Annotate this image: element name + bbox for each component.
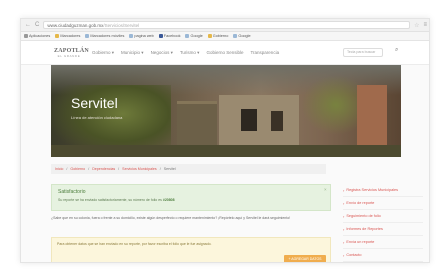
menu-item-turismo[interactable]: Turismo ▾ [180, 50, 200, 56]
bookmarks-bar: Aplicaciones Marcadores Marcadores móviles… [21, 32, 429, 41]
page-subtitle: Línea de atención ciudadana [71, 115, 123, 120]
menu-item-municipio[interactable]: Municipio ▾ [121, 50, 144, 56]
bookmark-item[interactable]: Google [185, 34, 203, 38]
main-menu: Gobierno ▾ Municipio ▾ Negocios ▾ Turism… [92, 50, 279, 56]
breadcrumb-inicio[interactable]: Inicio [55, 167, 63, 171]
bookmark-item[interactable]: Gobierno [207, 34, 229, 38]
site-logo[interactable]: ZAPOTLÁN EL GRANDE [54, 47, 89, 58]
breadcrumb: Inicio / Gobierno / Dependencias / Servi… [51, 164, 326, 174]
menu-item-transparencia[interactable]: Transparencia [250, 50, 279, 56]
bookmark-favicon-icon [158, 34, 163, 38]
sidebar-item[interactable]: › Registra Servicios Municipales [343, 184, 423, 197]
bookmark-star-icon[interactable]: ☆ [414, 22, 419, 29]
sidebar-item[interactable]: › Seguimiento de folio [343, 210, 423, 223]
page-title: Servitel [71, 95, 118, 111]
bookmark-favicon-icon [55, 34, 60, 38]
sidebar-item-label: Envía un reporte [346, 240, 375, 244]
sidebar-item-label: Contacto [346, 253, 362, 257]
intro-paragraph: ¿Sabe que en su colonia, fuera o frente … [51, 216, 291, 220]
breadcrumb-separator: / [88, 167, 90, 171]
sidebar-links: › Registra Servicios Municipales › Envío d… [343, 184, 423, 262]
alert-text: Su reporte se ha enviado satisfactoriame… [58, 198, 175, 202]
breadcrumb-dependencias[interactable]: Dependencias [92, 167, 115, 171]
menu-item-negocios[interactable]: Negocios ▾ [151, 50, 173, 56]
reload-icon[interactable]: C [35, 22, 39, 28]
menu-icon[interactable]: ≡ [423, 22, 427, 28]
breadcrumb-servicios[interactable]: Servicios Municipales [122, 167, 157, 171]
sidebar-item[interactable]: › Envía un reporte [343, 236, 423, 249]
bookmark-label: Facebook [163, 34, 181, 38]
sidebar-item[interactable]: › Informes de Reportes [343, 223, 423, 236]
sidebar-item-label: Registra Servicios Municipales [346, 188, 399, 192]
bookmark-label: Google [238, 34, 251, 38]
breadcrumb-gobierno[interactable]: Gobierno [70, 167, 85, 171]
bookmark-label: Gobierno [212, 34, 229, 38]
hero-banner: Servitel Línea de atención ciudadana [51, 65, 401, 157]
alert-message: Su reporte se ha enviado satisfactoriame… [58, 198, 163, 202]
chevron-right-icon: › [343, 200, 345, 206]
bookmark-favicon-icon [233, 34, 238, 38]
bookmark-item[interactable]: Aplicaciones [24, 34, 50, 38]
sidebar-item-label: Seguimiento de folio [346, 214, 381, 218]
bookmark-favicon-icon [129, 34, 134, 38]
close-icon[interactable]: × [324, 187, 327, 192]
warning-panel: Para obtener datos que se han enviado en… [51, 237, 331, 262]
url-host: www.ciudadguzman.gob.mx [47, 23, 104, 28]
back-icon[interactable]: ← [25, 22, 31, 28]
folio-number: #20808 [162, 198, 175, 202]
bookmark-item[interactable]: pagina web [129, 34, 154, 38]
bookmark-favicon-icon [207, 34, 212, 38]
sidebar-item-label: Envío de reporte [346, 201, 375, 205]
add-data-button[interactable]: + AGREGAR DATOS [284, 255, 326, 262]
logo-main-text: ZAPOTLÁN [54, 47, 89, 54]
alert-title: Satisfactorio [58, 189, 86, 195]
bookmark-item[interactable]: Google [233, 34, 251, 38]
bookmark-item[interactable]: Facebook [158, 34, 181, 38]
success-alert: Satisfactorio Su reporte se ha enviado s… [51, 184, 331, 211]
menu-item-gobierno-sensible[interactable]: Gobierno Sensible [206, 50, 243, 56]
browser-window: ← C www.ciudadguzman.gob.mx/Servicios/Se… [20, 18, 430, 263]
bookmark-favicon-icon [24, 34, 28, 38]
breadcrumb-current: Servitel [163, 167, 176, 171]
sidebar-item-label: Informes de Reportes [346, 227, 383, 231]
chevron-right-icon: › [343, 239, 345, 245]
site-header: ZAPOTLÁN EL GRANDE Gobierno ▾ Municipio … [21, 41, 429, 65]
browser-toolbar: ← C www.ciudadguzman.gob.mx/Servicios/Se… [21, 19, 429, 32]
breadcrumb-separator: / [66, 167, 68, 171]
bookmark-favicon-icon [85, 34, 90, 38]
bookmark-item[interactable]: Marcadores móviles [85, 34, 124, 38]
breadcrumb-separator: / [118, 167, 120, 171]
bookmark-label: Aplicaciones [29, 34, 51, 38]
chevron-right-icon: › [343, 187, 345, 193]
search-icon[interactable]: ⌕ [395, 47, 398, 53]
warning-text: Para obtener datos que se han enviado en… [57, 242, 212, 246]
address-bar[interactable]: www.ciudadguzman.gob.mx/Servicios/Servit… [43, 21, 411, 29]
bookmark-item[interactable]: Marcadores [55, 34, 80, 38]
sidebar-item[interactable]: › Contacto [343, 249, 423, 262]
bookmark-label: pagina web [134, 34, 154, 38]
bookmark-label: Marcadores móviles [90, 34, 125, 38]
chevron-right-icon: › [343, 213, 345, 219]
bookmark-label: Google [190, 34, 203, 38]
breadcrumb-separator: / [159, 167, 161, 171]
bookmark-label: Marcadores [60, 34, 81, 38]
logo-sub-text: EL GRANDE [57, 53, 81, 58]
chevron-right-icon: › [343, 226, 345, 232]
sidebar-item[interactable]: › Envío de reporte [343, 197, 423, 210]
chevron-right-icon: › [343, 252, 345, 258]
bookmark-favicon-icon [185, 34, 190, 38]
search-input[interactable]: Tecla para buscar [343, 48, 383, 57]
menu-item-gobierno[interactable]: Gobierno ▾ [92, 50, 114, 56]
url-path: /Servicios/Servitel [103, 23, 140, 28]
